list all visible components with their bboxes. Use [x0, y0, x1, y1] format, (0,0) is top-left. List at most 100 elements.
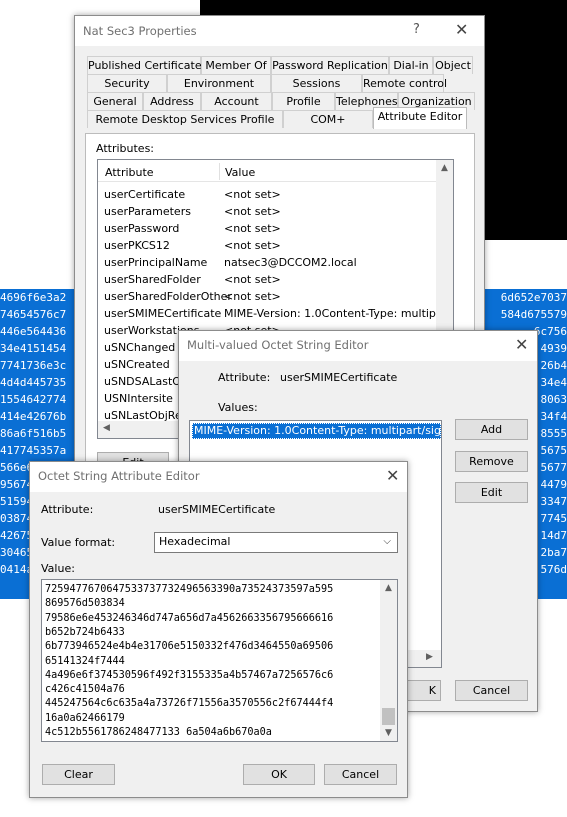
octet-title: Octet String Attribute Editor	[38, 469, 200, 483]
attribute-name: USNIntersite	[104, 392, 173, 405]
hex-bg-right: 6c756	[533, 325, 567, 338]
attribute-value: <not set>	[224, 273, 281, 286]
tab-remote-desktop-services-profile[interactable]: Remote Desktop Services Profile	[87, 110, 283, 128]
scroll-thumb[interactable]	[382, 708, 395, 725]
close-button[interactable]: ✕	[455, 21, 468, 39]
scroll-up-icon[interactable]: ▲	[436, 163, 453, 173]
mv-attribute-value: userSMIMECertificate	[280, 371, 398, 384]
hex-vscrollbar[interactable]: ▲ ▼	[380, 580, 397, 741]
hex-bg-right: 4939	[540, 342, 567, 355]
hex-bg-right: 5675	[540, 444, 567, 457]
hex-value-line: 4a496e6f374530596f492f3155335a4b57467a72…	[45, 669, 334, 681]
tab-security[interactable]: Security	[87, 74, 167, 92]
hex-bg-right: 34e4	[540, 376, 567, 389]
hex-bg-left: 7741736e3c	[0, 359, 67, 372]
tab-sessions[interactable]: Sessions	[271, 74, 362, 92]
octet-ok-button[interactable]: OK	[243, 764, 315, 785]
octet-titlebar: Octet String Attribute Editor ✕	[30, 462, 407, 492]
attribute-value: <not set>	[224, 239, 281, 252]
scroll-left-icon[interactable]: ◀	[103, 423, 110, 433]
attribute-value: natsec3@DCCOM2.local	[224, 256, 357, 269]
col-value-header[interactable]: Value	[225, 166, 255, 179]
mv-value-item[interactable]: MIME-Version: 1.0Content-Type: multipart…	[192, 423, 441, 439]
attribute-name: userPKCS12	[104, 239, 170, 252]
mv-close-button[interactable]: ✕	[515, 336, 528, 354]
value-label: Value:	[41, 562, 75, 575]
mv-edit-button[interactable]: Edit	[455, 482, 528, 503]
hex-bg-left: 414e42676b	[0, 410, 67, 423]
clear-button[interactable]: Clear	[42, 764, 115, 785]
hex-value-line: 65141324f7444	[45, 655, 125, 667]
attribute-value: <not set>	[224, 205, 281, 218]
hex-bg-left: 34e4151454	[0, 342, 67, 355]
tab-general[interactable]: General	[87, 92, 143, 110]
hex-bg-left: 4d4d445735	[0, 376, 67, 389]
hex-bg-right: 2ba7	[540, 546, 567, 559]
hex-value-line: 7259477670647533737732496563390a73524373…	[45, 584, 334, 595]
attribute-name: userSharedFolderOther	[104, 290, 232, 303]
tab-dial-in[interactable]: Dial-in	[389, 56, 433, 74]
hex-value-textarea[interactable]: 7259477670647533737732496563390a73524373…	[41, 579, 398, 742]
octet-close-button[interactable]: ✕	[386, 467, 399, 485]
octet-attribute-value: userSMIMECertificate	[158, 503, 276, 516]
hex-bg-left: 417745357a	[0, 444, 67, 457]
hex-value-line: c426c41504a76	[45, 684, 125, 696]
hex-bg-right: 7745	[540, 512, 567, 525]
hex-bg-left: 86a6f516b5	[0, 427, 67, 440]
hex-value-line: 79586e6e453246346d747a656d7a456266335679…	[45, 612, 334, 624]
help-button[interactable]: ?	[413, 22, 420, 37]
hex-value-line: 869576d503834	[45, 598, 125, 610]
tab-environment[interactable]: Environment	[167, 74, 271, 92]
mv-attribute-label: Attribute:	[218, 371, 271, 384]
hex-bg-right: 584d675579	[500, 308, 567, 321]
hex-bg-left: 74654576c7	[0, 308, 67, 321]
value-format-selected: Hexadecimal	[159, 535, 231, 548]
tab-member-of[interactable]: Member Of	[201, 56, 271, 74]
tab-attribute-editor[interactable]: Attribute Editor	[373, 107, 467, 129]
attribute-value: <not set>	[224, 188, 281, 201]
hex-bg-right: 8063	[540, 393, 567, 406]
tab-profile[interactable]: Profile	[272, 92, 335, 110]
tab-published-certificates[interactable]: Published Certificates	[87, 56, 207, 74]
properties-titlebar: Nat Sec3 Properties ? ✕	[75, 16, 484, 46]
mv-remove-button[interactable]: Remove	[455, 451, 528, 472]
attribute-value: <not set>	[224, 222, 281, 235]
tab-account[interactable]: Account	[201, 92, 272, 110]
attribute-name: userParameters	[104, 205, 191, 218]
chevron-down-icon[interactable]: ⌵	[383, 533, 391, 551]
attribute-value: <not set>	[224, 290, 281, 303]
scroll-right-icon[interactable]: ▶	[426, 652, 433, 662]
attribute-name: userSharedFolder	[104, 273, 201, 286]
scroll-down-icon[interactable]: ▼	[380, 728, 397, 738]
hex-bg-right: 14d7	[540, 529, 567, 542]
hex-bg-left: 446e564436	[0, 325, 67, 338]
hex-value-line: 445247564c6c635a4a73726f71556a3570556c2f…	[45, 698, 334, 710]
hex-value-line: 4c512b5561786248477133 6a504a6b670a0a	[45, 727, 272, 738]
mv-add-button[interactable]: Add	[455, 419, 528, 440]
hex-bg-left: 4696f6e3a2	[0, 291, 67, 304]
col-attribute-header[interactable]: Attribute	[105, 166, 154, 179]
octet-cancel-button[interactable]: Cancel	[324, 764, 397, 785]
hex-bg-left: 1554642774	[0, 393, 67, 406]
attribute-name: userPassword	[104, 222, 180, 235]
tab-remote-control[interactable]: Remote control	[362, 74, 447, 92]
tab-com-[interactable]: COM+	[283, 110, 373, 128]
scroll-up-icon[interactable]: ▲	[380, 583, 397, 593]
mv-cancel-button[interactable]: Cancel	[455, 680, 528, 701]
tab-object[interactable]: Object	[433, 56, 473, 74]
tab-address[interactable]: Address	[143, 92, 201, 110]
column-divider[interactable]	[219, 163, 220, 180]
hex-bg-right: 576d	[540, 563, 567, 576]
hex-bg-right: 3347	[540, 495, 567, 508]
mv-values-label: Values:	[218, 401, 258, 414]
octet-attribute-label: Attribute:	[41, 503, 94, 516]
hex-bg-right: 34f4	[540, 410, 567, 423]
hex-bg-right: 6d652e7037	[500, 291, 567, 304]
hex-bg-right: 26b4	[540, 359, 567, 372]
tab-password-replication[interactable]: Password Replication	[271, 56, 389, 74]
attribute-name: userCertificate	[104, 188, 186, 201]
attribute-value: MIME-Version: 1.0Content-Type: multipart…	[224, 307, 454, 320]
hex-bg-right: 8555	[540, 427, 567, 440]
value-format-select[interactable]: Hexadecimal ⌵	[154, 532, 398, 553]
hex-bg-right: 5677	[540, 461, 567, 474]
